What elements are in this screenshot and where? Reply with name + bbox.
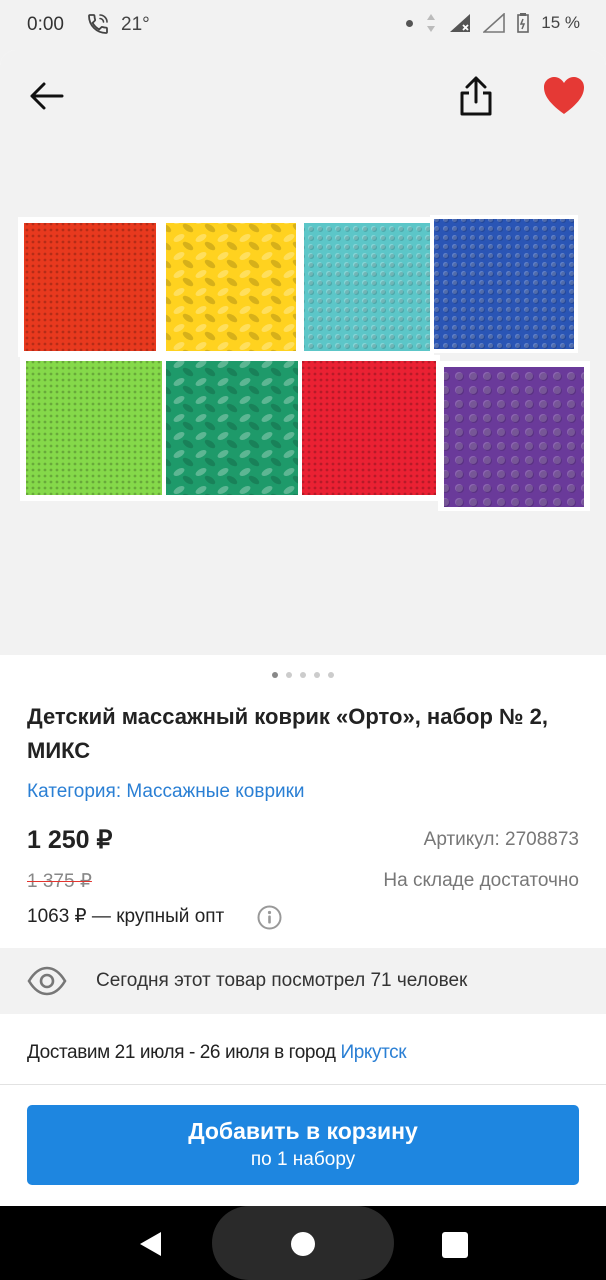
nav-back-icon[interactable] (137, 1230, 163, 1258)
old-price: 1 375 ₽ (27, 871, 92, 892)
info-icon[interactable] (257, 905, 282, 930)
nav-recents-icon[interactable] (442, 1232, 468, 1258)
mats-bottom-row (20, 355, 590, 511)
status-bar: 0:00 21° 15 % (0, 0, 606, 50)
divider (0, 1084, 606, 1085)
product-price: 1 250 ₽ (27, 826, 113, 854)
gallery-dot[interactable] (328, 672, 334, 678)
gallery-pagination (0, 672, 606, 678)
share-icon[interactable] (456, 74, 496, 118)
status-temperature: 21° (121, 14, 150, 35)
delivery-city-link[interactable]: Иркутск (340, 1042, 406, 1063)
views-count-text: Сегодня этот товар посмотрел 71 человек (96, 970, 468, 991)
product-card: Детский массажный коврик «Орто», набор №… (0, 50, 606, 1280)
add-to-cart-button[interactable]: Добавить в корзину по 1 набору (27, 1105, 579, 1185)
category-link[interactable]: Категория: Массажные коврики (27, 781, 305, 803)
views-banner: Сегодня этот товар посмотрел 71 человек (0, 948, 606, 1014)
battery-level: 15 % (541, 13, 580, 32)
back-arrow-icon[interactable] (26, 76, 66, 116)
gallery-dot[interactable] (286, 672, 292, 678)
mats-top-row (18, 215, 578, 357)
signal-no-data-icon (450, 14, 471, 32)
product-article: Артикул: 2708873 (423, 829, 579, 850)
system-nav-bar (0, 1206, 606, 1280)
battery-icon (517, 13, 530, 33)
status-icons: 15 % (406, 13, 580, 33)
nav-home-icon[interactable] (291, 1232, 315, 1256)
status-time: 0:00 (27, 14, 64, 35)
delivery-info: Доставим 21 июля - 26 июля в город Иркут… (27, 1042, 407, 1064)
delivery-dates: Доставим 21 июля - 26 июля в город (27, 1042, 336, 1063)
eye-icon (27, 966, 67, 996)
data-arrows-icon (427, 14, 436, 32)
stock-status: На складе достаточно (383, 870, 579, 891)
signal-empty-icon (483, 13, 506, 33)
gallery-dot[interactable] (300, 672, 306, 678)
product-gallery[interactable] (0, 50, 606, 655)
add-to-cart-quantity: по 1 набору (250, 1149, 356, 1170)
gallery-dot[interactable] (272, 672, 278, 678)
gallery-dot[interactable] (314, 672, 320, 678)
add-to-cart-label: Добавить в корзину (188, 1118, 418, 1144)
product-image (18, 215, 590, 511)
favorite-heart-icon[interactable] (542, 76, 586, 116)
notification-dot-icon (406, 19, 414, 27)
product-title: Детский массажный коврик «Орто», набор №… (27, 704, 549, 763)
wifi-call-icon (88, 14, 108, 34)
wholesale-price: 1063 ₽ — крупный опт (27, 906, 225, 927)
